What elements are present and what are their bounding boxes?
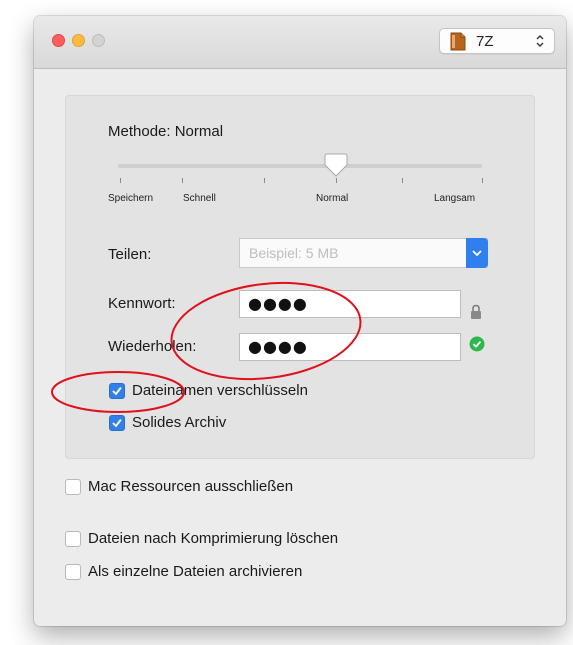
checkbox-box[interactable]	[65, 479, 81, 495]
tick-label-langsam: Langsam	[434, 193, 476, 204]
zoom-window-button[interactable]	[92, 34, 105, 47]
split-size-placeholder: Beispiel: 5 MB	[249, 245, 339, 261]
password-label: Kennwort:	[108, 295, 176, 312]
archive-format-select[interactable]: 7Z	[439, 28, 555, 54]
checkbox-label: Solides Archiv	[132, 414, 227, 431]
title-bar: 7Z	[34, 16, 566, 69]
checkmark-icon	[112, 386, 122, 396]
zip-archive-icon	[450, 32, 466, 51]
checkmark-icon	[112, 418, 122, 428]
archive-format-value: 7Z	[476, 33, 494, 50]
checkbox-box[interactable]	[65, 564, 81, 580]
lock-icon	[471, 304, 481, 319]
tick-label-speichern: Speichern	[108, 193, 154, 204]
slider-tick	[120, 178, 121, 183]
compression-level-slider-knob[interactable]	[324, 152, 348, 178]
checkbox-box[interactable]	[65, 531, 81, 547]
repeat-password-label: Wiederholen:	[108, 338, 197, 355]
password-field[interactable]: ●●●●	[239, 290, 461, 318]
slider-tick	[336, 178, 337, 183]
minimize-window-button[interactable]	[72, 34, 85, 47]
repeat-password-value: ●●●●	[248, 337, 308, 356]
compression-level-slider-track[interactable]	[118, 164, 482, 168]
password-value: ●●●●	[248, 294, 308, 313]
compression-panel	[65, 95, 535, 459]
split-label: Teilen:	[108, 246, 152, 263]
checkbox-box[interactable]	[109, 415, 125, 431]
checkbox-label: Als einzelne Dateien archivieren	[88, 563, 303, 580]
checkbox-box[interactable]	[109, 383, 125, 399]
compression-method-label: Methode: Normal	[108, 123, 224, 140]
split-size-combobox[interactable]: Beispiel: 5 MB	[239, 238, 488, 268]
tick-label-schnell: Schnell	[183, 193, 216, 204]
checkbox-label: Dateinamen verschlüsseln	[132, 382, 308, 399]
slider-tick	[264, 178, 265, 183]
close-window-button[interactable]	[52, 34, 65, 47]
checkbox-label: Dateien nach Komprimierung löschen	[88, 530, 339, 547]
split-size-dropdown-button[interactable]	[466, 238, 488, 268]
tick-label-normal: Normal	[316, 193, 349, 204]
repeat-password-field[interactable]: ●●●●	[239, 333, 461, 361]
chevron-down-icon	[472, 250, 482, 257]
updown-chevron-icon	[536, 35, 544, 47]
slider-tick	[402, 178, 403, 183]
check-circle-icon	[469, 336, 485, 352]
slider-tick	[482, 178, 483, 183]
archive-settings-window: 7Z Methode: Normal Speichern Schnell Nor…	[34, 16, 566, 626]
slider-tick	[182, 178, 183, 183]
checkbox-label: Mac Ressourcen ausschließen	[88, 478, 294, 495]
